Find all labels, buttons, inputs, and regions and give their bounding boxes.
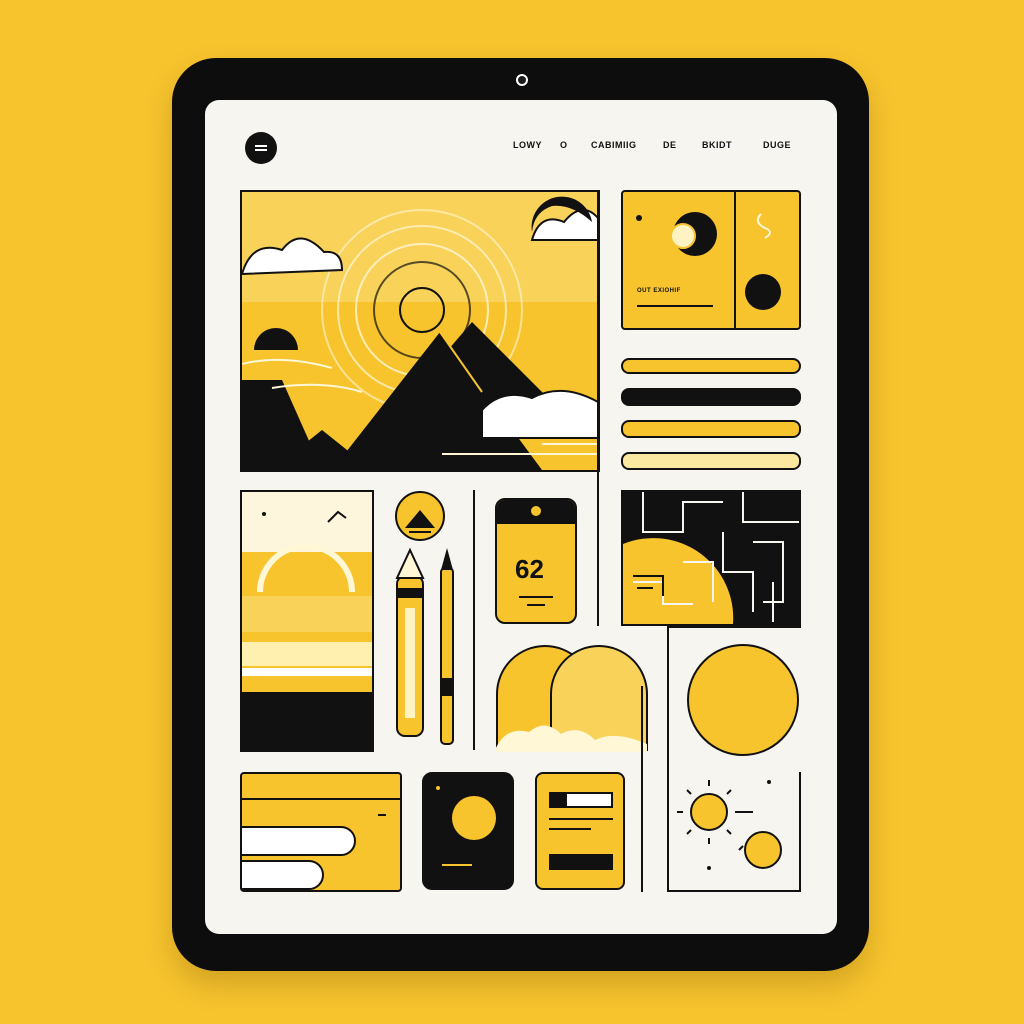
sunset-card[interactable] [240, 490, 374, 752]
sunset-illustration [242, 492, 372, 750]
list-bar-1[interactable] [621, 358, 801, 374]
hero-landscape-card[interactable] [240, 190, 600, 472]
divider [597, 190, 599, 626]
nav-item-3[interactable]: CABIMIIG [591, 140, 637, 150]
info-card-illustration [636, 192, 781, 328]
nav-item-4[interactable]: DE [663, 140, 677, 150]
map-illustration [623, 492, 799, 624]
landscape-illustration [242, 192, 598, 470]
sun-scene-card[interactable] [667, 772, 801, 892]
sun-circle-icon [687, 644, 799, 756]
pencil-group [389, 488, 454, 750]
calendar-value: 62 [515, 554, 544, 584]
info-card[interactable]: OUT EXIOHIF [621, 190, 801, 330]
map-card[interactable] [621, 490, 801, 626]
divider [641, 686, 643, 892]
sun-scene-illustration [677, 780, 782, 870]
slider-handle[interactable] [242, 826, 356, 856]
tag-hole-icon [531, 506, 541, 516]
nav-item-2[interactable]: O [560, 140, 568, 150]
front-camera [516, 74, 528, 86]
slider-card[interactable] [240, 772, 402, 892]
night-card[interactable] [422, 772, 514, 890]
list-bar-4[interactable] [621, 452, 801, 470]
arch-card[interactable] [495, 644, 649, 752]
sun-icon [690, 793, 728, 831]
moon-icon [452, 796, 496, 840]
arch-icon [495, 645, 648, 752]
info-card-caption: OUT EXIOHIF [637, 288, 681, 294]
list-bar-2[interactable] [621, 388, 801, 406]
calendar-card[interactable]: 62 [495, 498, 577, 624]
nav-item-6[interactable]: DUGE [763, 140, 791, 150]
nav-item-5[interactable]: BKIDT [702, 140, 732, 150]
menu-icon [255, 143, 267, 153]
divider [473, 490, 475, 750]
list-card[interactable] [535, 772, 625, 890]
list-bar-3[interactable] [621, 420, 801, 438]
nav-item-1[interactable]: LOWY [513, 140, 542, 150]
tablet-screen: LOWY O CABIMIIG DE BKIDT DUGE OUT EXIOHI… [205, 100, 837, 934]
pencil-icon [395, 547, 454, 745]
menu-button[interactable] [245, 132, 277, 164]
